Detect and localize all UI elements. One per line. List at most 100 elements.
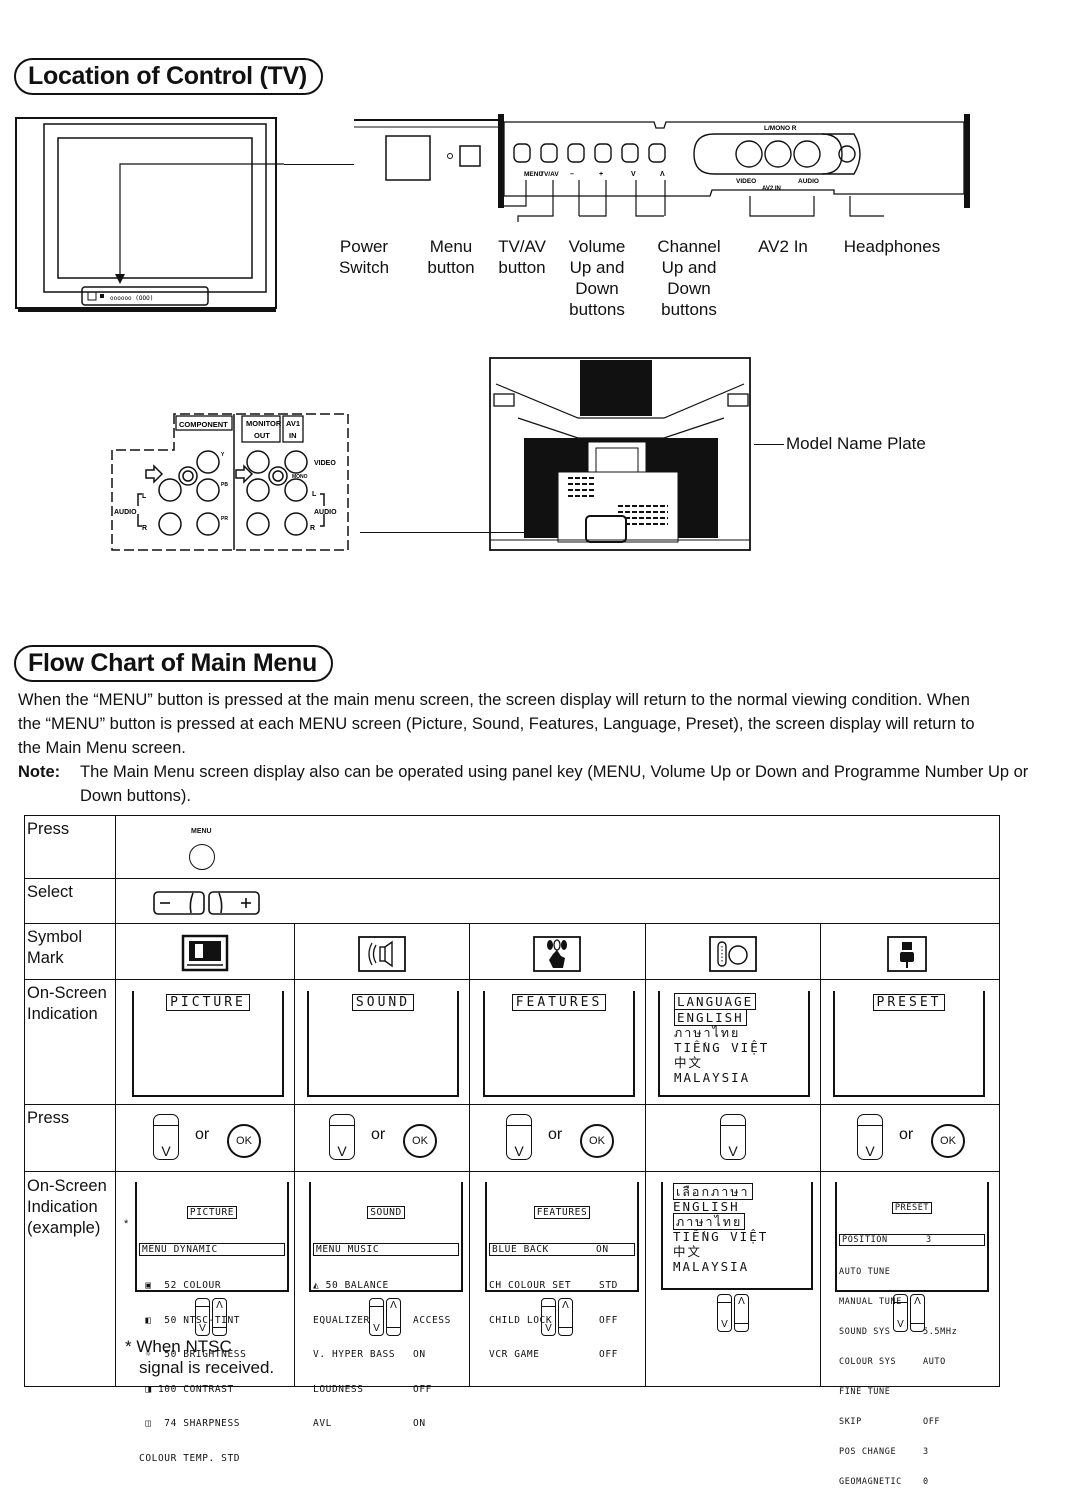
menu-button-caption: MENU (191, 828, 212, 835)
language-option: 中文 (674, 1055, 704, 1070)
svg-text:VIDEO: VIDEO (736, 178, 756, 185)
tv-rear-illustration (489, 357, 751, 551)
osd-title-preset: PRESET (872, 994, 946, 1011)
osd-title-picture: PICTURE (166, 994, 250, 1011)
example-preset-row: GEOMAGNETIC 0 (839, 1477, 929, 1487)
callout-headphones: Headphones (843, 237, 941, 256)
example-sound-row: AVL ON (313, 1418, 426, 1429)
svg-text:L/MONO R: L/MONO R (764, 125, 797, 132)
example-picture-row: ◨ 100 CONTRAST (139, 1383, 234, 1395)
screen-sound: SOUND (307, 991, 459, 1097)
flow-chart-table: Press Select Symbol Mark On-Screen Indicat… (24, 815, 1000, 1487)
flow-note: Note: The Main Menu screen display also c… (18, 760, 1040, 808)
screen-picture: PICTURE (132, 991, 284, 1097)
svg-text:VIDEO: VIDEO (314, 460, 336, 467)
down-button-icon[interactable]: V (153, 1114, 179, 1160)
callout-menu-button: Menu button (427, 237, 475, 277)
svg-text:oooooo (OOO): oooooo (OOO) (110, 295, 153, 302)
svg-text:OUT: OUT (254, 431, 270, 440)
down-button-icon[interactable]: V (329, 1114, 355, 1160)
osd-title-features: FEATURES (511, 994, 607, 1011)
svg-text:MONO: MONO (292, 474, 308, 480)
example-screen-sound: SOUND MENU MUSIC ◭ 50 BALANCE EQUALIZER A… (309, 1182, 463, 1429)
callout-av2-in: AV2 In (758, 237, 808, 256)
row-label-symbol-mark: Symbol Mark (27, 928, 83, 967)
example-picture-title: PICTURE (186, 1206, 238, 1219)
example-preset-row: SKIP OFF (839, 1417, 941, 1427)
example-language-item: TIẾNG VIỆT (673, 1229, 769, 1244)
ok-button-icon[interactable]: OK (580, 1124, 614, 1158)
screen-features: FEATURES (483, 991, 635, 1097)
note-label: Note: (18, 763, 61, 781)
language-option-selected: ENGLISH (674, 1009, 747, 1026)
tv-front-illustration: oooooo (OOO) (15, 117, 284, 312)
callout-volume-buttons: Volume Up and Down buttons (568, 237, 626, 319)
row-label-press: Press (27, 820, 70, 838)
or-text: or (548, 1126, 563, 1143)
svg-text:PB: PB (221, 482, 228, 488)
svg-text:V: V (631, 171, 636, 178)
language-option: TIẾNG VIỆT (674, 1040, 770, 1055)
section-title-location: Location of Control (TV) (14, 58, 323, 95)
ntsc-asterisk: * (124, 1218, 129, 1230)
example-picture-last: COLOUR TEMP. STD (139, 1452, 241, 1464)
down-button-icon[interactable]: V (506, 1114, 532, 1160)
features-icon (533, 936, 581, 972)
down-button-icon[interactable]: V (720, 1114, 746, 1160)
example-picture-row: ◫ 74 SHARPNESS (139, 1418, 241, 1429)
svg-text:–: – (570, 171, 574, 178)
menu-button-icon[interactable] (189, 844, 215, 870)
row-label-press-2: Press (27, 1109, 70, 1127)
ok-button-icon[interactable]: OK (403, 1124, 437, 1158)
example-preset-title: PRESET (891, 1202, 933, 1214)
svg-text:AUDIO: AUDIO (798, 178, 819, 185)
svg-text:L: L (312, 491, 317, 498)
select-buttons-icon[interactable] (153, 890, 263, 916)
or-text: or (195, 1126, 210, 1143)
example-screen-picture: PICTURE MENU DYNAMIC ▣ 52 COLOUR ◧ 50 NT… (135, 1182, 289, 1464)
example-screen-features: FEATURES BLUE BACK ON CH COLOUR SET STD CH… (485, 1182, 639, 1360)
example-sound-row: ◭ 50 BALANCE (313, 1280, 389, 1291)
note-text: The Main Menu screen display also can be… (80, 763, 1029, 805)
example-sound-title: SOUND (367, 1206, 405, 1219)
example-sound-row: V. HYPER BASS ON (313, 1349, 426, 1360)
ok-button-icon[interactable]: OK (931, 1124, 965, 1158)
example-screen-preset: PRESET POSITION 3 AUTO TUNE MANUAL TUNE S… (835, 1182, 989, 1487)
ok-button-icon[interactable]: OK (227, 1124, 261, 1158)
control-panel-illustration: MENU TV/AV – + V Λ L/MONO R VIDEO AUDIO … (354, 114, 970, 222)
example-sound-row: LOUDNESS OFF (313, 1383, 432, 1395)
example-language-item: ENGLISH (673, 1199, 740, 1214)
svg-text:COMPONENT: COMPONENT (179, 420, 228, 429)
row-label-select: Select (27, 883, 73, 901)
section-title-flow-chart: Flow Chart of Main Menu (14, 645, 333, 682)
svg-text:AUDIO: AUDIO (314, 509, 337, 516)
example-picture-highlight: MENU DYNAMIC (139, 1242, 285, 1256)
rear-terminals-illustration: COMPONENT MONITOR OUT AV1 IN L R AUDIO Y… (111, 413, 349, 551)
svg-text:MONITOR: MONITOR (246, 419, 282, 428)
example-features-highlight: BLUE BACK ON (489, 1242, 635, 1256)
language-icon (709, 936, 757, 972)
example-sound-highlight: MENU MUSIC (313, 1242, 459, 1256)
example-language-item: 中文 (673, 1244, 703, 1259)
down-button-icon[interactable]: V (857, 1114, 883, 1160)
ntsc-footnote: * When NTSC signal is received. (125, 1337, 275, 1377)
svg-text:AV1: AV1 (286, 419, 300, 428)
example-preset-row: FINE TUNE (839, 1387, 891, 1397)
leader-line (754, 444, 784, 445)
example-preset-highlight: POSITION 3 (839, 1234, 985, 1246)
svg-text:R: R (142, 525, 147, 532)
svg-text:Λ: Λ (660, 171, 665, 178)
osd-title-sound: SOUND (351, 994, 415, 1011)
callout-tvav-button: TV/AV button (498, 237, 546, 277)
svg-text:IN: IN (289, 431, 297, 440)
example-language-title: เลือกภาษา (673, 1183, 753, 1200)
svg-text:AUDIO: AUDIO (114, 509, 137, 516)
row-label-on-screen-indication: On-Screen Indication (27, 984, 107, 1023)
preset-icon (887, 936, 927, 972)
or-text: or (899, 1126, 914, 1143)
example-picture-row: ▣ 52 COLOUR (139, 1280, 222, 1291)
example-features-row: VCR GAME OFF (489, 1349, 618, 1360)
osd-title-language: LANGUAGE (674, 993, 757, 1010)
example-preset-row: COLOUR SYS AUTO (839, 1357, 946, 1367)
example-language-item-selected: ภาษาไทย (673, 1213, 746, 1230)
